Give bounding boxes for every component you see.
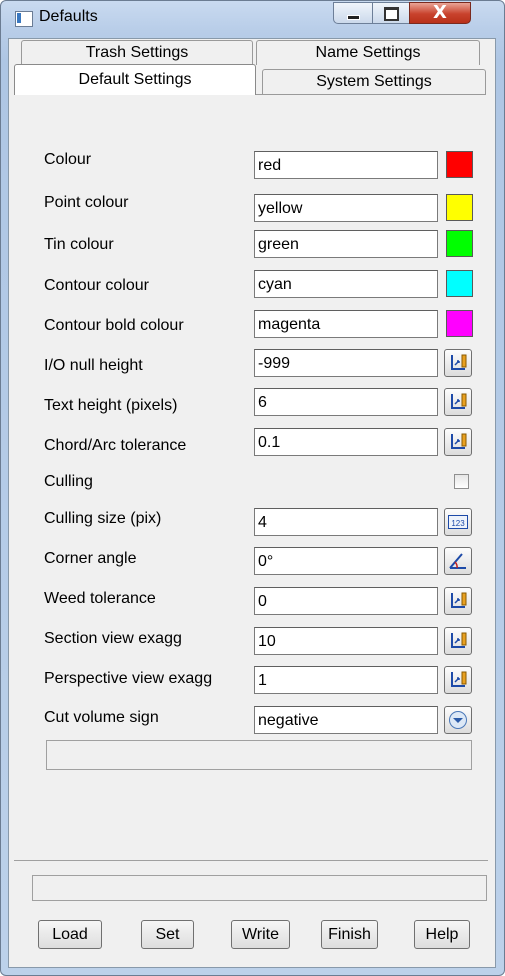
finish-button[interactable]: Finish	[321, 920, 378, 949]
io-null-height-pick-button[interactable]	[444, 349, 472, 377]
measure-pick-icon	[451, 592, 467, 608]
tab-default-settings[interactable]: Default Settings	[14, 64, 256, 95]
contour-colour-input[interactable]: cyan	[254, 270, 438, 298]
culling-checkbox[interactable]	[454, 474, 469, 489]
text-height-label: Text height (pixels)	[44, 397, 178, 414]
contour-bold-colour-input[interactable]: magenta	[254, 310, 438, 338]
close-button[interactable]: X	[409, 2, 471, 24]
number-pick-icon-text: 123	[451, 519, 465, 528]
contour-colour-label: Contour colour	[44, 277, 149, 294]
tab-name-settings[interactable]: Name Settings	[256, 40, 480, 65]
weed-tolerance-label: Weed tolerance	[44, 590, 156, 607]
set-button[interactable]: Set	[141, 920, 194, 949]
tab-system-settings[interactable]: System Settings	[262, 69, 486, 94]
contour-bold-colour-swatch-button[interactable]	[446, 310, 473, 337]
measure-pick-icon	[451, 393, 467, 409]
point-colour-label: Point colour	[44, 194, 129, 211]
app-icon	[15, 11, 33, 27]
number-pick-icon: 123	[448, 515, 468, 529]
chord-arc-tolerance-label: Chord/Arc tolerance	[44, 437, 187, 454]
cut-volume-sign-dropdown-button[interactable]	[444, 706, 472, 734]
corner-angle-input[interactable]: 0°	[254, 547, 438, 575]
minimize-button[interactable]	[333, 2, 373, 24]
tab-trash-settings[interactable]: Trash Settings	[21, 40, 253, 65]
corner-angle-pick-button[interactable]	[444, 547, 472, 575]
measure-pick-icon	[451, 433, 467, 449]
text-height-pick-button[interactable]	[444, 388, 472, 416]
write-button[interactable]: Write	[231, 920, 290, 949]
measure-pick-icon	[451, 671, 467, 687]
help-button[interactable]: Help	[414, 920, 470, 949]
chord-arc-tolerance-pick-button[interactable]	[444, 428, 472, 456]
maximize-button[interactable]	[372, 2, 410, 24]
load-button-label: Load	[52, 926, 88, 943]
chord-arc-tolerance-input[interactable]: 0.1	[254, 428, 438, 456]
window-title: Defaults	[39, 8, 98, 25]
cut-volume-sign-select[interactable]: negative	[254, 706, 438, 734]
io-null-height-label: I/O null height	[44, 357, 143, 374]
load-button[interactable]: Load	[38, 920, 102, 949]
perspective-view-exagg-input[interactable]: 1	[254, 666, 438, 694]
finish-button-label: Finish	[328, 926, 371, 943]
point-colour-swatch-button[interactable]	[446, 194, 473, 221]
section-view-exagg-label: Section view exagg	[44, 630, 182, 647]
measure-pick-icon	[451, 632, 467, 648]
close-icon: X	[433, 2, 447, 23]
chevron-down-icon	[449, 711, 467, 729]
contour-colour-swatch-button[interactable]	[446, 270, 473, 297]
separator	[14, 860, 488, 861]
tin-colour-swatch-button[interactable]	[446, 230, 473, 257]
title-bar[interactable]: Defaults X	[1, 1, 504, 31]
message-box	[46, 740, 472, 770]
measure-pick-icon	[451, 354, 467, 370]
point-colour-input[interactable]: yellow	[254, 194, 438, 222]
set-button-label: Set	[155, 926, 180, 943]
write-button-label: Write	[241, 926, 280, 943]
culling-size-input[interactable]: 4	[254, 508, 438, 536]
culling-size-label: Culling size (pix)	[44, 510, 162, 527]
angle-pick-icon	[449, 553, 466, 569]
section-view-exagg-pick-button[interactable]	[444, 627, 472, 655]
corner-angle-label: Corner angle	[44, 550, 137, 567]
culling-label: Culling	[44, 473, 93, 490]
tin-colour-input[interactable]: green	[254, 230, 438, 258]
perspective-view-exagg-pick-button[interactable]	[444, 666, 472, 694]
io-null-height-input[interactable]: -999	[254, 349, 438, 377]
text-height-input[interactable]: 6	[254, 388, 438, 416]
tin-colour-label: Tin colour	[44, 236, 114, 253]
colour-swatch-button[interactable]	[446, 151, 473, 178]
help-button-label: Help	[425, 926, 459, 943]
weed-tolerance-input[interactable]: 0	[254, 587, 438, 615]
perspective-view-exagg-label: Perspective view exagg	[44, 670, 213, 687]
status-message-box	[32, 875, 487, 901]
culling-size-number-button[interactable]: 123	[444, 508, 472, 536]
contour-bold-colour-label: Contour bold colour	[44, 317, 184, 334]
colour-input[interactable]: red	[254, 151, 438, 179]
colour-label: Colour	[44, 151, 92, 168]
weed-tolerance-pick-button[interactable]	[444, 587, 472, 615]
section-view-exagg-input[interactable]: 10	[254, 627, 438, 655]
cut-volume-sign-label: Cut volume sign	[44, 709, 159, 726]
